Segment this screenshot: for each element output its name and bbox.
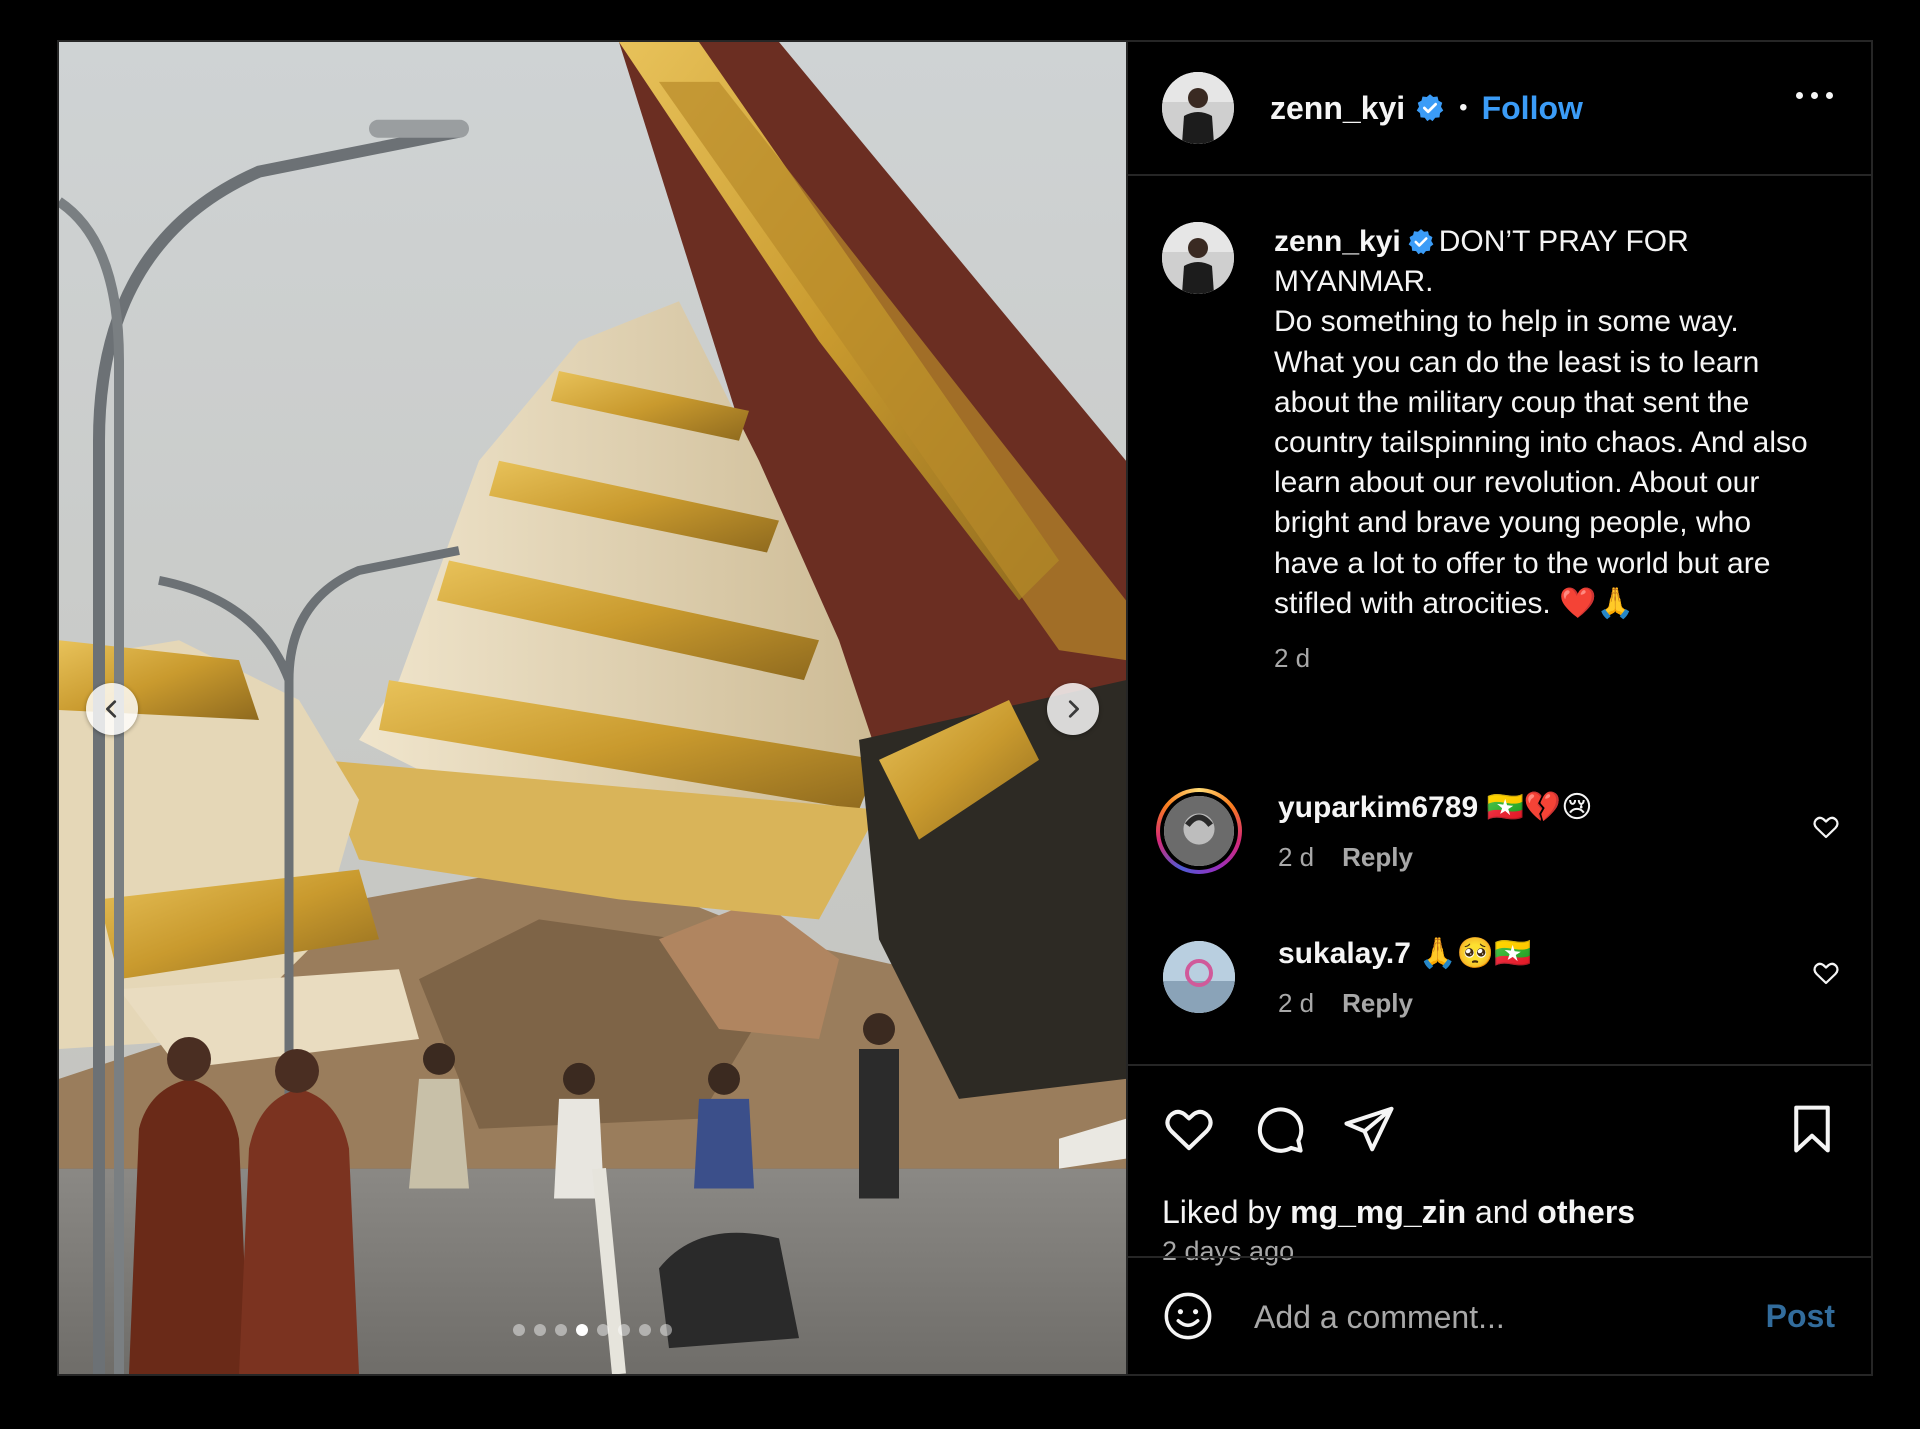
instagram-post-modal: zenn_kyi • Follow zenn_kyi DON’T PRAY FO… — [57, 40, 1873, 1376]
carousel-dot — [660, 1324, 672, 1336]
story-ring[interactable] — [1156, 788, 1242, 874]
carousel-dot — [618, 1324, 630, 1336]
profile-photo — [1162, 222, 1234, 294]
comment-input[interactable] — [1252, 1288, 1736, 1346]
caption-timestamp[interactable]: 2 d — [1274, 638, 1814, 678]
paper-plane-icon[interactable] — [1342, 1102, 1396, 1156]
post-photo — [59, 42, 1126, 1374]
comment-body: sukalay.7 🙏🥺🇲🇲 2 d Reply — [1278, 934, 1531, 1020]
commenter-avatar — [1164, 796, 1234, 866]
carousel-dot — [513, 1324, 525, 1336]
likes-prefix: Liked by — [1162, 1194, 1282, 1230]
caption-username[interactable]: zenn_kyi — [1274, 225, 1401, 258]
post-actions: Liked by mg_mg_zin and others 2 days ago — [1128, 1064, 1871, 1266]
profile-photo — [1162, 72, 1234, 144]
post-caption: zenn_kyi DON’T PRAY FOR MYANMAR. Do somet… — [1162, 222, 1814, 678]
liked-by-user[interactable]: mg_mg_zin — [1290, 1194, 1466, 1230]
add-comment-bar: Post — [1128, 1256, 1871, 1374]
caption-body: zenn_kyi DON’T PRAY FOR MYANMAR. Do somet… — [1274, 222, 1814, 678]
caption-text: DON’T PRAY FOR MYANMAR. Do something to … — [1274, 225, 1808, 620]
heart-icon[interactable] — [1811, 958, 1841, 988]
comment-body: yuparkim6789 🇲🇲💔😢 2 d Reply — [1278, 788, 1592, 874]
smiley-icon[interactable] — [1162, 1290, 1214, 1342]
post-header: zenn_kyi • Follow — [1128, 42, 1871, 176]
heart-icon[interactable] — [1162, 1102, 1216, 1156]
previous-slide-button[interactable] — [86, 683, 138, 735]
carousel-dot — [576, 1324, 588, 1336]
author-username[interactable]: zenn_kyi — [1270, 90, 1405, 127]
comment-text: 🇲🇲💔😢 — [1486, 791, 1593, 824]
comment-username[interactable]: sukalay.7 — [1278, 937, 1411, 970]
comment-timestamp[interactable]: 2 d — [1278, 988, 1314, 1019]
caption-avatar[interactable] — [1162, 222, 1234, 294]
carousel-dot — [555, 1324, 567, 1336]
reply-button[interactable]: Reply — [1342, 842, 1413, 873]
separator-dot: • — [1459, 94, 1468, 121]
carousel-dot — [597, 1324, 609, 1336]
liked-by-others[interactable]: others — [1537, 1194, 1635, 1230]
profile-photo — [1164, 796, 1234, 866]
heart-icon[interactable] — [1811, 812, 1841, 842]
chevron-left-icon — [106, 700, 117, 718]
carousel-dot — [534, 1324, 546, 1336]
next-slide-button[interactable] — [1047, 683, 1099, 735]
comment-bubble-icon[interactable] — [1252, 1102, 1306, 1156]
follow-button[interactable]: Follow — [1482, 90, 1583, 127]
verified-badge-icon — [1416, 94, 1444, 122]
author-avatar[interactable] — [1162, 72, 1234, 144]
carousel-indicator — [59, 1324, 1126, 1336]
post-side-panel: zenn_kyi • Follow zenn_kyi DON’T PRAY FO… — [1126, 42, 1871, 1374]
post-comment-button[interactable]: Post — [1766, 1298, 1835, 1335]
comments-list: zenn_kyi DON’T PRAY FOR MYANMAR. Do somet… — [1128, 178, 1871, 1064]
more-options-icon[interactable] — [1796, 92, 1833, 99]
reply-button[interactable]: Reply — [1342, 988, 1413, 1019]
carousel-dot — [639, 1324, 651, 1336]
bookmark-icon[interactable] — [1785, 1102, 1839, 1156]
caption-paragraph: zenn_kyi DON’T PRAY FOR MYANMAR. Do somet… — [1274, 222, 1814, 624]
comment-item: yuparkim6789 🇲🇲💔😢 2 d Reply — [1156, 788, 1871, 874]
chevron-right-icon — [1068, 700, 1079, 718]
verified-badge-icon — [1408, 229, 1434, 255]
likes-joiner: and — [1475, 1194, 1529, 1230]
post-media[interactable] — [59, 42, 1126, 1374]
comment-timestamp[interactable]: 2 d — [1278, 842, 1314, 873]
comment-item: sukalay.7 🙏🥺🇲🇲 2 d Reply — [1156, 934, 1871, 1020]
comment-username[interactable]: yuparkim6789 — [1278, 791, 1478, 824]
profile-photo — [1163, 941, 1235, 1013]
likes-summary: Liked by mg_mg_zin and others — [1162, 1194, 1635, 1231]
comment-text: 🙏🥺🇲🇲 — [1419, 937, 1532, 970]
commenter-avatar[interactable] — [1163, 941, 1235, 1013]
